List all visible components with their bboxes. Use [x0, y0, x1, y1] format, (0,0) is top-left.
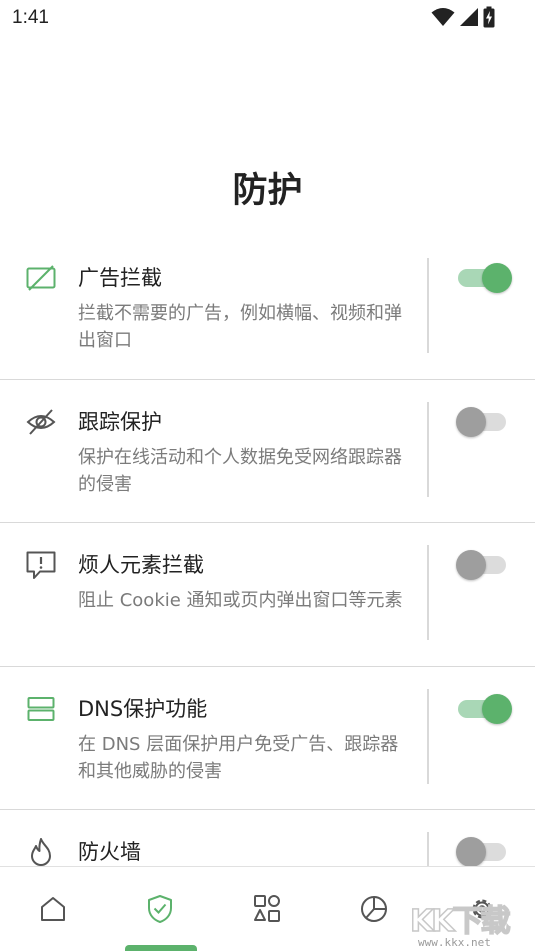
item-description: 阻止 Cookie 通知或页内弹出窗口等元素: [78, 590, 403, 611]
annoyance-blocking-row[interactable]: 烦人元素拦截 阻止 Cookie 通知或页内弹出窗口等元素: [0, 523, 535, 667]
annoyance-alert-icon: [26, 551, 56, 579]
toggle-knob: [482, 693, 512, 724]
ad-block-icon: [26, 265, 56, 291]
cell-signal-icon: [460, 8, 478, 26]
item-description: 在 DNS 层面保护用户免受广告、跟踪器和其他威胁的侵害: [78, 733, 399, 782]
dns-protection-row[interactable]: DNS保护功能 在 DNS 层面保护用户免受广告、跟踪器和其他威胁的侵害: [0, 667, 535, 810]
active-tab-indicator: [125, 945, 197, 951]
watermark: KK下载 www.kkx.net: [409, 896, 535, 951]
item-description: 拦截不需要的广告，例如横幅、视频和弹出窗口: [78, 303, 402, 351]
ad-blocking-toggle[interactable]: [456, 263, 512, 293]
home-icon[interactable]: [37, 893, 69, 925]
battery-charging-icon: [483, 6, 495, 28]
toggle-knob: [456, 550, 486, 580]
toggle-knob: [456, 837, 486, 867]
dns-protection-toggle[interactable]: [456, 693, 512, 724]
item-description: 保护在线活动和个人数据免受网络跟踪器的侵害: [78, 446, 402, 495]
firewall-toggle[interactable]: [456, 837, 512, 867]
item-title: 跟踪保护: [78, 409, 162, 434]
dns-server-icon: [27, 696, 55, 721]
item-title: DNS保护功能: [78, 696, 208, 721]
status-icons: [431, 6, 495, 28]
item-title: 防火墙: [78, 840, 141, 864]
protection-list: 广告拦截 拦截不需要的广告，例如横幅、视频和弹出窗口 跟踪保护 保护在线活动和个…: [0, 236, 535, 951]
flame-icon: [31, 838, 51, 866]
vertical-divider: [427, 545, 429, 640]
wifi-icon: [431, 8, 455, 26]
watermark-text: KK下载: [409, 903, 511, 940]
toggle-knob: [482, 263, 512, 293]
status-time: 1:41: [12, 7, 49, 28]
watermark-url: www.kkx.net: [418, 936, 491, 949]
eye-off-icon: [26, 408, 56, 435]
toggle-knob: [456, 406, 486, 437]
tracking-protection-toggle[interactable]: [456, 406, 512, 437]
vertical-divider: [427, 401, 429, 497]
page-title: 防护: [232, 171, 303, 211]
annoyance-blocking-toggle[interactable]: [456, 550, 512, 580]
pie-chart-icon[interactable]: [358, 893, 390, 925]
tracking-protection-row[interactable]: 跟踪保护 保护在线活动和个人数据免受网络跟踪器的侵害: [0, 380, 535, 523]
vertical-divider: [427, 688, 429, 784]
status-bar: 1:41: [0, 0, 535, 36]
item-title: 烦人元素拦截: [78, 553, 204, 577]
apps-shapes-icon[interactable]: [251, 893, 283, 925]
ad-blocking-row[interactable]: 广告拦截 拦截不需要的广告，例如横幅、视频和弹出窗口: [0, 236, 535, 380]
item-title: 广告拦截: [78, 266, 162, 290]
vertical-divider: [427, 258, 429, 353]
shield-check-icon[interactable]: [144, 893, 176, 925]
